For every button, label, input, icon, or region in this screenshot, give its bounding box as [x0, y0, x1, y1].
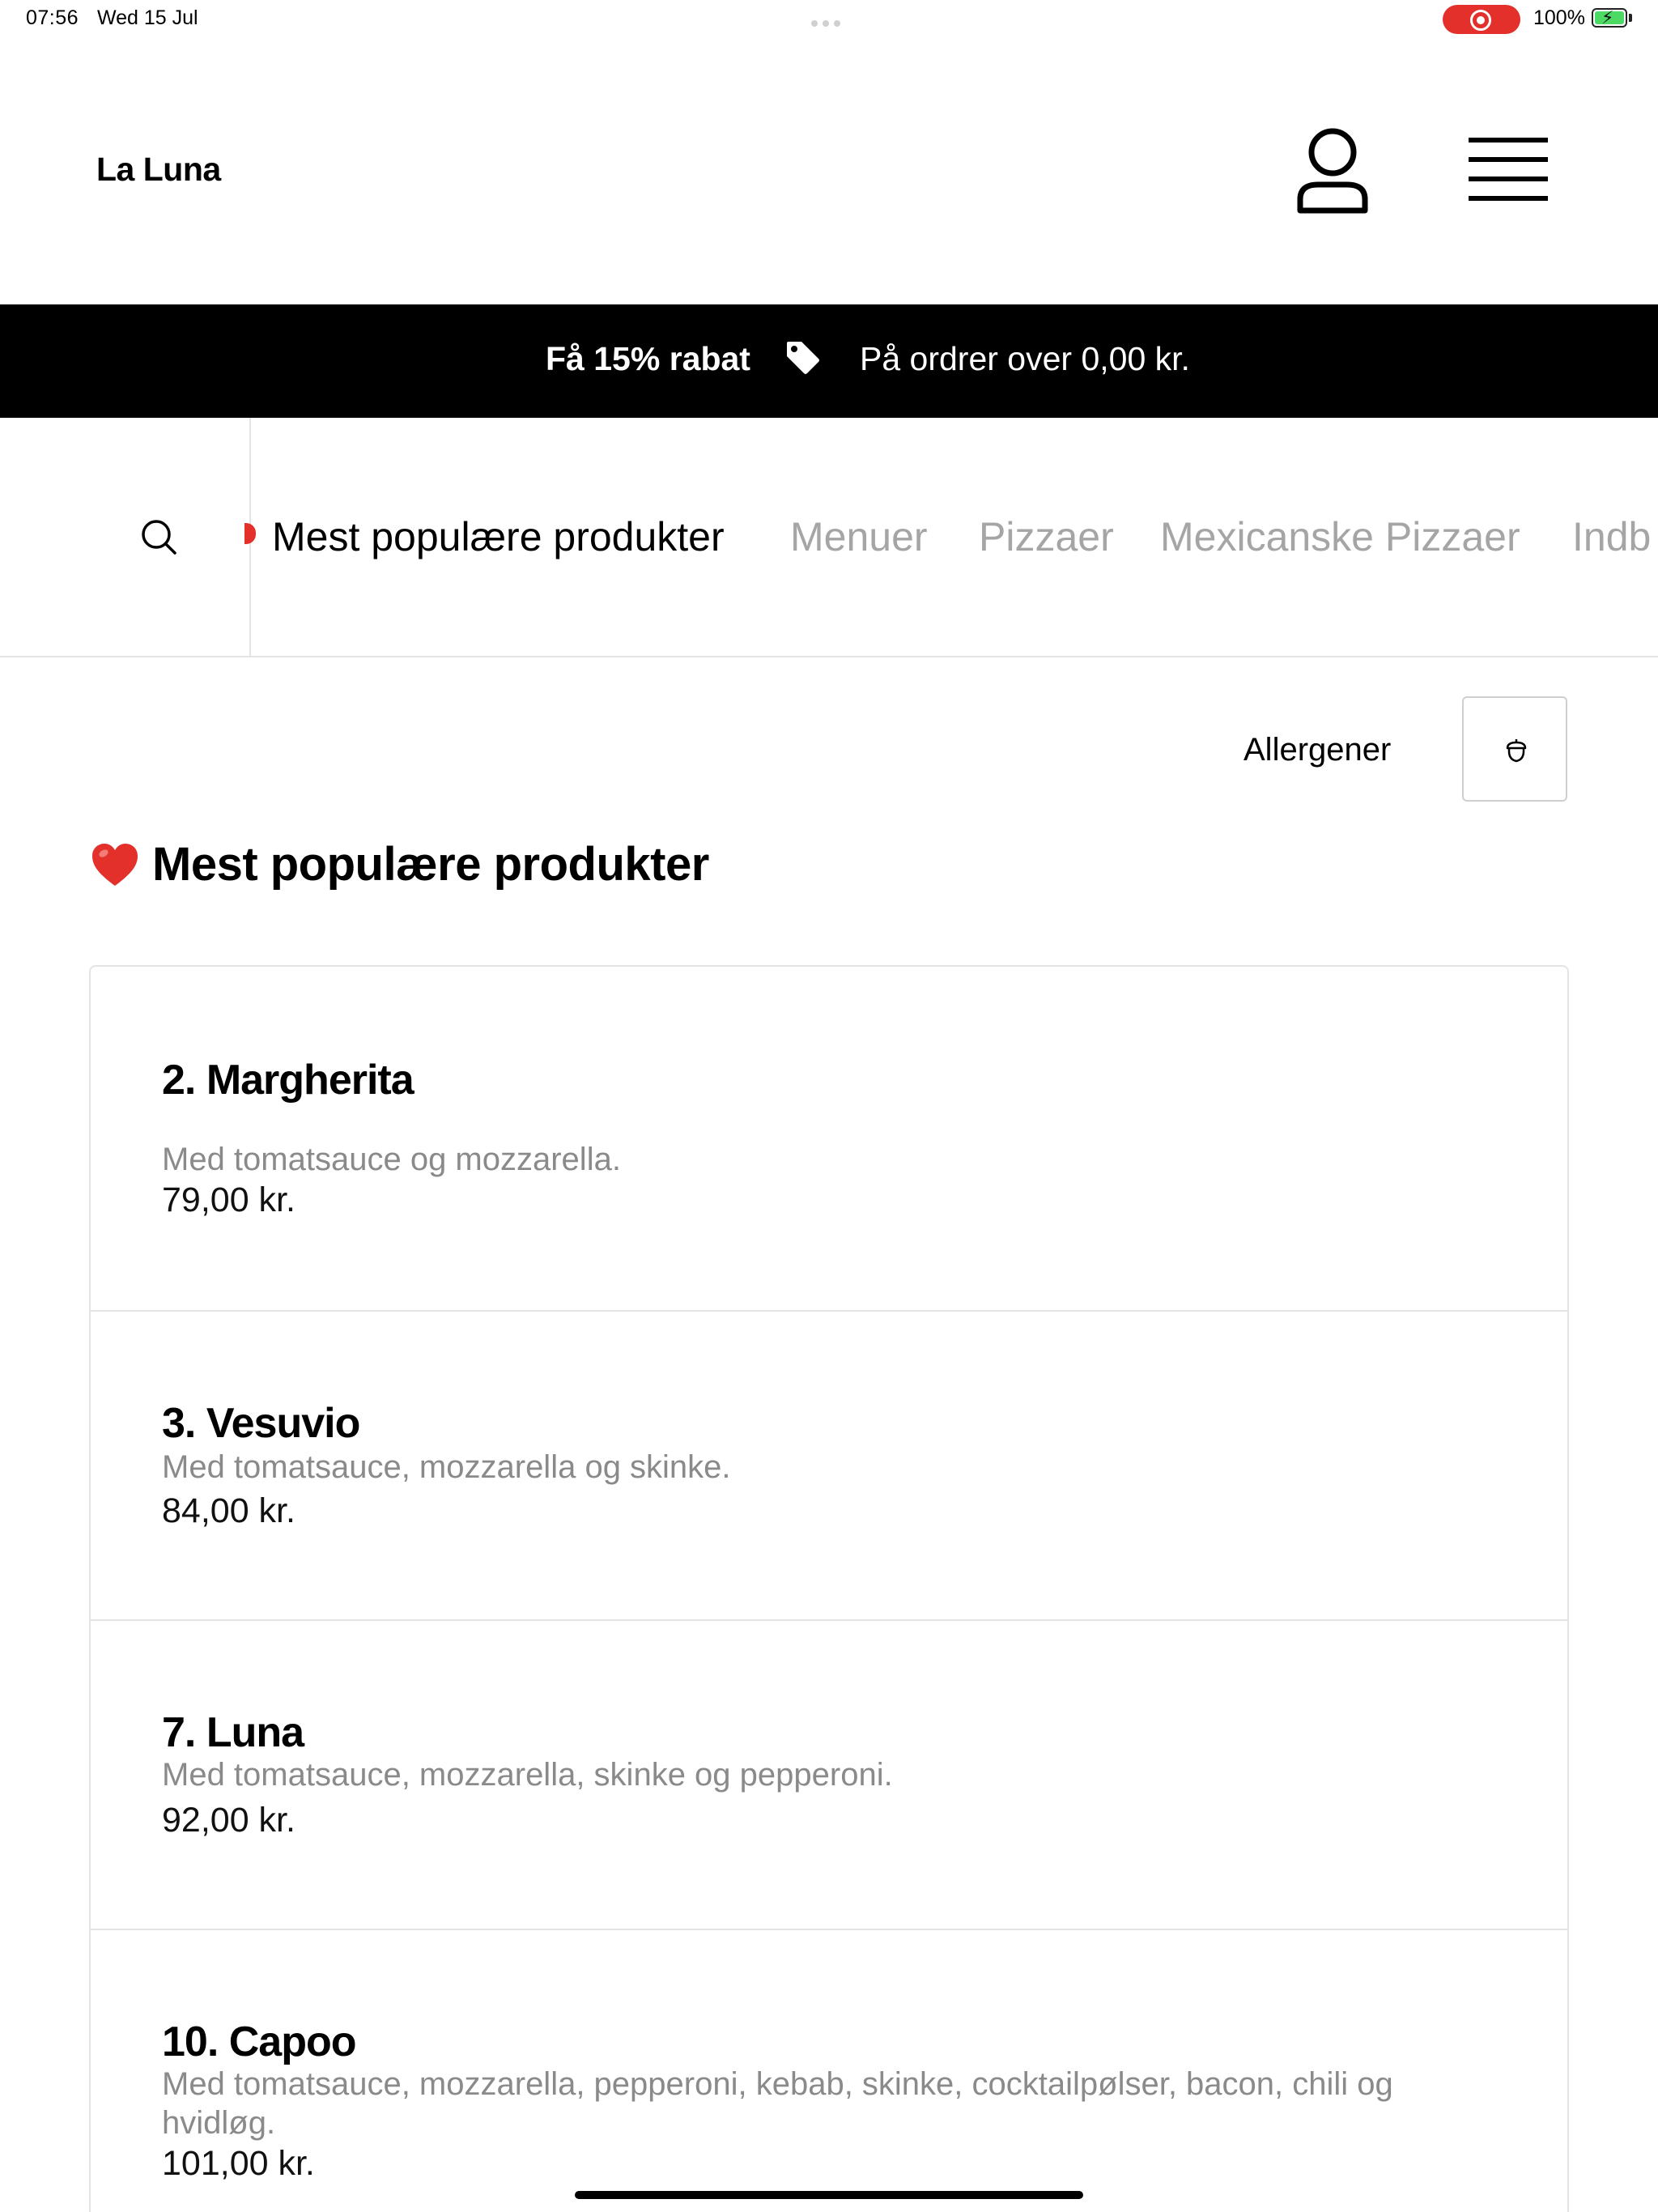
- product-card[interactable]: 10. Capoo Med tomatsauce, mozzarella, pe…: [91, 1930, 1567, 2212]
- promo-banner: Få 15% rabat På ordrer over 0,00 kr.: [0, 304, 1658, 418]
- tab-pizzaer[interactable]: Pizzaer: [979, 513, 1114, 560]
- product-price: 92,00 kr.: [162, 1801, 295, 1840]
- search-icon: [142, 520, 176, 555]
- brand-name[interactable]: La Luna: [96, 151, 221, 189]
- product-name: 3. Vesuvio: [162, 1400, 360, 1447]
- product-description: Med tomatsauce og mozzarella.: [162, 1142, 621, 1177]
- search-button[interactable]: [0, 418, 251, 656]
- product-name: 10. Capoo: [162, 2018, 356, 2065]
- battery-icon: ⚡: [1592, 8, 1627, 28]
- multitasking-dots-icon[interactable]: [811, 16, 847, 27]
- section-title: Mest populære produkter: [152, 838, 709, 891]
- product-description: Med tomatsauce, mozzarella, skinke og pe…: [162, 1757, 893, 1793]
- allergen-label: Allergener: [1244, 732, 1392, 768]
- tab-indb[interactable]: Indb: [1572, 513, 1651, 560]
- product-card[interactable]: 3. Vesuvio Med tomatsauce, mozzarella og…: [91, 1312, 1567, 1621]
- battery-tip: [1629, 14, 1632, 22]
- battery-percent: 100%: [1533, 6, 1585, 29]
- promo-title: Få 15% rabat: [546, 340, 750, 377]
- heart-icon: [91, 842, 139, 887]
- tab-mest-populaere[interactable]: Mest populære produkter: [272, 513, 725, 560]
- heart-icon-partial: [244, 523, 256, 544]
- product-card[interactable]: 7. Luna Med tomatsauce, mozzarella, skin…: [91, 1621, 1567, 1930]
- tab-mexicanske-pizzaer[interactable]: Mexicanske Pizzaer: [1160, 513, 1520, 560]
- status-bar: 07:56 Wed 15 Jul 100% ⚡: [0, 0, 1658, 39]
- product-description: Med tomatsauce, mozzarella, pepperoni, k…: [162, 2066, 1393, 2141]
- product-price: 79,00 kr.: [162, 1180, 295, 1219]
- hamburger-menu-icon[interactable]: [1465, 134, 1554, 207]
- tab-menuer[interactable]: Menuer: [790, 513, 928, 560]
- product-price: 84,00 kr.: [162, 1491, 295, 1530]
- promo-text: På ordrer over 0,00 kr.: [860, 340, 1190, 377]
- screen-recording-indicator[interactable]: [1443, 5, 1520, 34]
- product-name: 7. Luna: [162, 1709, 304, 1756]
- product-name: 2. Margherita: [162, 1057, 414, 1104]
- product-list: 2. Margherita Med tomatsauce og mozzarel…: [89, 965, 1569, 2212]
- acorn-icon: [1506, 739, 1527, 763]
- user-icon[interactable]: [1292, 126, 1373, 217]
- product-price: 101,00 kr.: [162, 2144, 315, 2183]
- allergen-filter-button[interactable]: [1462, 696, 1567, 802]
- product-card[interactable]: 2. Margherita Med tomatsauce og mozzarel…: [91, 967, 1567, 1312]
- tag-icon: [784, 338, 821, 376]
- category-nav: Mest populære produkter Menuer Pizzaer M…: [0, 418, 1658, 657]
- status-time: 07:56: [26, 6, 79, 29]
- status-date: Wed 15 Jul: [97, 6, 198, 29]
- record-icon: [1470, 10, 1491, 31]
- product-description: Med tomatsauce, mozzarella og skinke.: [162, 1449, 731, 1485]
- home-indicator[interactable]: [575, 2191, 1083, 2199]
